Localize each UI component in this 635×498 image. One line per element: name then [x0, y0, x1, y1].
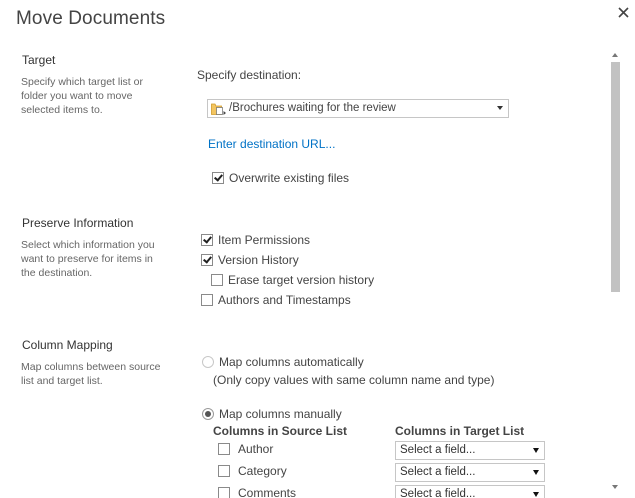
destination-label: Specify destination:: [197, 68, 302, 82]
column-mapping-heading: Column Mapping: [22, 338, 113, 352]
close-button[interactable]: [615, 4, 633, 22]
target-field-value: Select a field...: [400, 488, 476, 498]
folder-icon: [211, 103, 226, 115]
map-auto-note: (Only copy values with same column name …: [213, 373, 495, 387]
enter-destination-url-link[interactable]: Enter destination URL...: [208, 137, 335, 151]
target-description: Specify which target list or folder you …: [21, 76, 143, 116]
source-columns-header: Columns in Source List: [213, 424, 348, 438]
target-heading: Target: [22, 53, 56, 67]
chevron-down-icon: [497, 106, 503, 110]
dialog-title: Move Documents: [16, 8, 166, 29]
source-column-row: Category: [218, 463, 287, 479]
close-icon: [618, 7, 629, 18]
item-permissions-label: Item Permissions: [218, 233, 311, 247]
overwrite-checkbox[interactable]: [212, 172, 224, 184]
preserve-description: Select which information you want to pre…: [21, 239, 155, 279]
version-history-label: Version History: [218, 253, 299, 267]
erase-version-history-option: Erase target version history: [211, 272, 374, 288]
source-column-checkbox[interactable]: [218, 465, 230, 477]
version-history-checkbox[interactable]: [201, 254, 213, 266]
overwrite-option: Overwrite existing files: [212, 170, 349, 186]
source-column-label: Author: [238, 442, 274, 456]
target-columns-header: Columns in Target List: [395, 424, 525, 438]
source-column-label: Comments: [238, 486, 297, 498]
vertical-scrollbar[interactable]: [608, 48, 623, 494]
preserve-heading: Preserve Information: [22, 216, 134, 230]
target-field-select[interactable]: Select a field...: [395, 485, 545, 498]
map-manual-option: Map columns manually: [202, 406, 342, 422]
dialog-content: Target Specify which target list or fold…: [0, 48, 606, 498]
erase-version-history-checkbox[interactable]: [211, 274, 223, 286]
destination-value: /Brochures waiting for the review: [229, 102, 396, 114]
destination-dropdown[interactable]: /Brochures waiting for the review: [207, 99, 509, 118]
map-manual-radio[interactable]: [202, 408, 214, 420]
chevron-down-icon: [533, 448, 539, 453]
authors-timestamps-checkbox[interactable]: [201, 294, 213, 306]
scroll-down-icon[interactable]: [612, 485, 618, 489]
map-manual-label: Map columns manually: [219, 407, 342, 421]
authors-timestamps-label: Authors and Timestamps: [218, 293, 351, 307]
scroll-up-icon[interactable]: [612, 53, 618, 57]
chevron-down-icon: [533, 470, 539, 475]
target-field-select[interactable]: Select a field...: [395, 463, 545, 482]
source-column-checkbox[interactable]: [218, 487, 230, 498]
item-permissions-option: Item Permissions: [201, 232, 310, 248]
column-mapping-description: Map columns between source list and targ…: [21, 361, 161, 387]
authors-timestamps-option: Authors and Timestamps: [201, 292, 351, 308]
target-field-value: Select a field...: [400, 444, 476, 456]
erase-version-history-label: Erase target version history: [228, 273, 375, 287]
map-auto-option: Map columns automatically: [202, 354, 364, 370]
source-column-row: Comments: [218, 485, 296, 498]
source-column-row: Author: [218, 441, 273, 457]
map-auto-label: Map columns automatically: [219, 355, 364, 369]
target-field-select[interactable]: Select a field...: [395, 441, 545, 460]
version-history-option: Version History: [201, 252, 299, 268]
overwrite-label: Overwrite existing files: [229, 171, 350, 185]
target-field-value: Select a field...: [400, 466, 476, 478]
move-documents-dialog: Move Documents Target Specify which targ…: [0, 0, 635, 498]
source-column-checkbox[interactable]: [218, 443, 230, 455]
map-auto-radio[interactable]: [202, 356, 214, 368]
chevron-down-icon: [533, 492, 539, 497]
item-permissions-checkbox[interactable]: [201, 234, 213, 246]
scroll-thumb[interactable]: [611, 62, 620, 292]
source-column-label: Category: [238, 464, 287, 478]
